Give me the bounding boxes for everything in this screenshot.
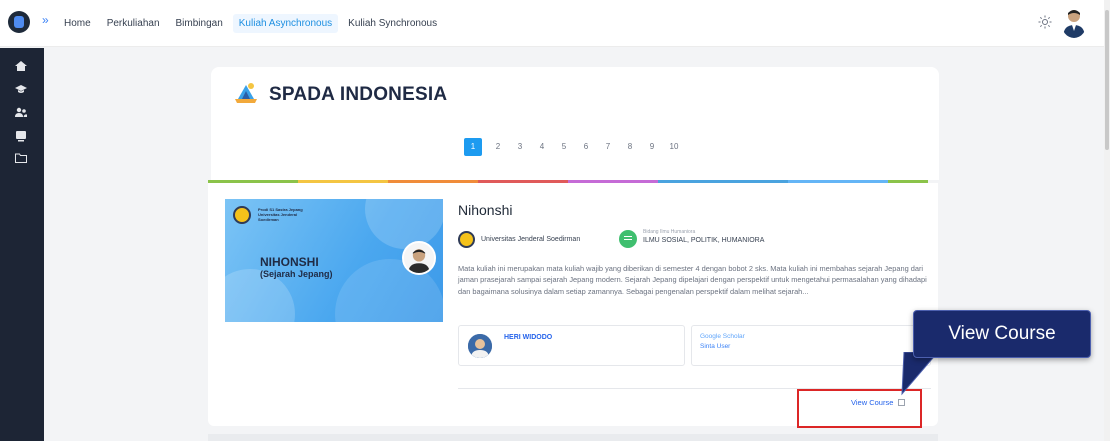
sidebar: [0, 48, 44, 441]
graduation-cap-icon[interactable]: [14, 83, 28, 95]
spada-header-card: SPADA INDONESIA 1 2 3 4 5 6 7 8 9 10: [211, 67, 939, 180]
page-5[interactable]: 5: [556, 139, 572, 155]
page-9[interactable]: 9: [644, 139, 660, 155]
page-2[interactable]: 2: [490, 139, 506, 155]
expand-sidebar-icon[interactable]: »: [42, 13, 49, 27]
lecturer-portrait: [402, 241, 436, 275]
lecturer-avatar: [468, 334, 492, 358]
theme-toggle-icon[interactable]: [1038, 15, 1052, 29]
nav-bimbingan[interactable]: Bimbingan: [176, 18, 223, 29]
lecturer-name[interactable]: HERI WIDODO: [504, 334, 552, 341]
page-scrollbar[interactable]: [1104, 0, 1110, 441]
page-10[interactable]: 10: [666, 139, 682, 155]
folder-icon[interactable]: [14, 152, 28, 164]
users-icon[interactable]: [14, 106, 28, 118]
scrollbar-thumb[interactable]: [1105, 10, 1109, 150]
callout-pointer: [901, 352, 939, 396]
google-scholar-link[interactable]: Google Scholar: [700, 333, 745, 340]
top-navbar: » Home Perkuliahan Bimbingan Kuliah Asyn…: [0, 0, 1104, 47]
nav-home[interactable]: Home: [64, 18, 91, 29]
nav-kuliah-synchronous[interactable]: Kuliah Synchronous: [348, 18, 437, 29]
spada-logo-icon: [235, 83, 257, 103]
course-thumbnail[interactable]: Prodi S1 Sastra Jepang Universitas Jende…: [225, 199, 443, 322]
page-8[interactable]: 8: [622, 139, 638, 155]
next-course-card: [208, 434, 938, 441]
thumbnail-subtitle: (Sejarah Jepang): [260, 269, 333, 279]
nav-perkuliahan[interactable]: Perkuliahan: [107, 18, 160, 29]
page-1[interactable]: 1: [464, 138, 482, 156]
page-3[interactable]: 3: [512, 139, 528, 155]
home-icon[interactable]: [14, 60, 28, 72]
course-description: Mata kuliah ini merupakan mata kuliah wa…: [458, 264, 927, 296]
page-4[interactable]: 4: [534, 139, 550, 155]
brand-name: SPADA INDONESIA: [269, 84, 448, 105]
page-6[interactable]: 6: [578, 139, 594, 155]
lecturer-card[interactable]: HERI WIDODO: [458, 325, 685, 366]
sinta-user-link[interactable]: Sinta User: [700, 343, 730, 350]
nav-kuliah-asynchronous[interactable]: Kuliah Asynchronous: [232, 14, 339, 33]
field-icon: [619, 230, 637, 248]
monitor-icon[interactable]: [14, 130, 28, 142]
main-nav: Home Perkuliahan Bimbingan Kuliah Asynch…: [64, 0, 453, 47]
page-7[interactable]: 7: [600, 139, 616, 155]
thumbnail-title: NIHONSHI: [260, 255, 319, 269]
university-logo: [458, 231, 475, 248]
field-value: ILMU SOSIAL, POLITIK, HUMANIORA: [643, 237, 765, 244]
field-label: Bidang Ilmu Humaniora: [643, 229, 696, 235]
view-course-callout: View Course: [913, 310, 1091, 358]
pagination: 1 2 3 4 5 6 7 8 9 10: [464, 138, 688, 156]
user-avatar[interactable]: [1061, 6, 1087, 38]
thumbnail-uni-logo: [233, 206, 251, 224]
thumbnail-header-text: Prodi S1 Sastra Jepang Universitas Jende…: [258, 207, 303, 222]
app-logo-icon[interactable]: [8, 11, 30, 33]
university-name: Universitas Jenderal Soedirman: [481, 236, 581, 243]
course-title[interactable]: Nihonshi: [458, 202, 512, 218]
